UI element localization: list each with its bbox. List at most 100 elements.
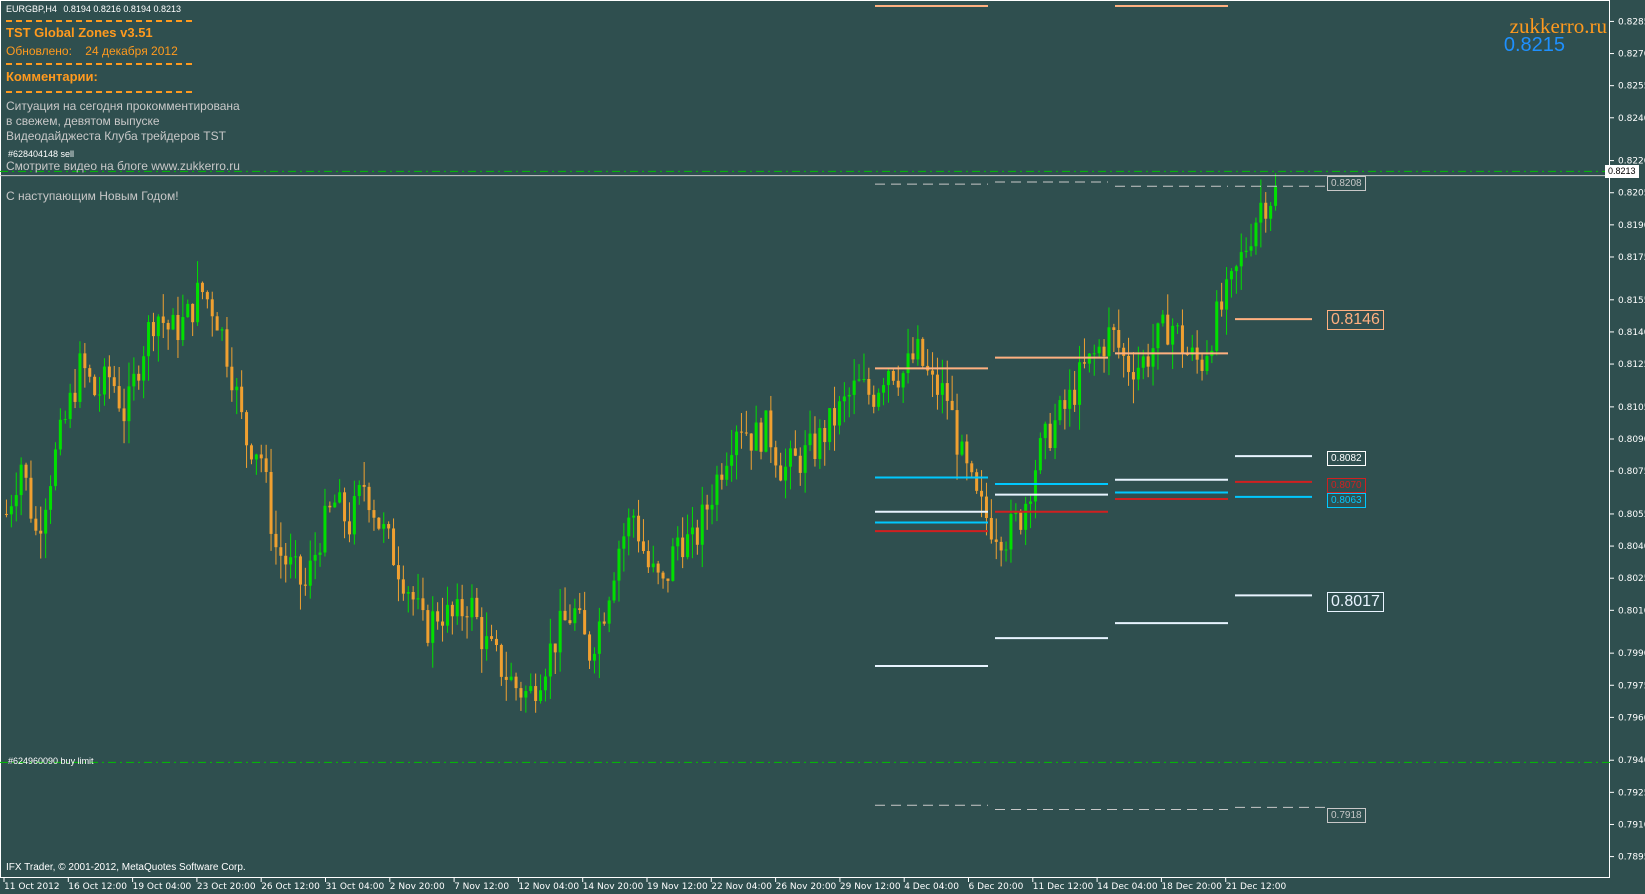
candle-bear-body — [534, 686, 538, 701]
candle-bear-body — [259, 454, 263, 459]
price-axis-label: 0.8240 — [1618, 114, 1645, 124]
candle-bull-body — [382, 524, 386, 529]
candle-bear-body — [112, 377, 116, 387]
candle-bear-body — [421, 598, 425, 611]
candle-bull-body — [1269, 205, 1273, 219]
price-tag-8017: 0.8017 — [1327, 592, 1384, 612]
candle-bull-body — [754, 422, 758, 451]
candle-bull-body — [1092, 353, 1096, 355]
candle-bull-body — [235, 386, 239, 391]
candle-bear-body — [426, 610, 430, 643]
candle-bull-body — [220, 329, 224, 331]
candle-bear-body — [1166, 314, 1170, 345]
time-axis-label: 2 Nov 20:00 — [390, 882, 445, 892]
ohlc-values: 0.8194 0.8216 0.8194 0.8213 — [63, 4, 181, 14]
price-axis-label: 0.8125 — [1618, 360, 1645, 370]
candle-bull-body — [181, 317, 185, 341]
candle-bear-body — [161, 316, 165, 323]
candle-bull-body — [196, 282, 200, 323]
candle-bear-body — [88, 368, 92, 377]
candle-bear-body — [872, 394, 876, 407]
price-axis-label: 0.8175 — [1618, 253, 1645, 263]
candle-bull-body — [617, 548, 621, 581]
comment-line-2: в свежем, девятом выпуске — [6, 114, 160, 128]
time-axis-label: 7 Nov 12:00 — [454, 882, 509, 892]
candle-bear-body — [739, 431, 743, 433]
separator-top — [6, 20, 192, 22]
video-line: Смотрите видео на блоге www.zukkerro.ru — [6, 159, 240, 173]
candle-bull-body — [700, 504, 704, 545]
chart-header-symbol: EURGBP,H4 0.8194 0.8216 0.8194 0.8213 — [6, 4, 181, 14]
candle-bull-body — [1043, 423, 1047, 439]
candle-bear-body — [1180, 325, 1184, 354]
sell-order-label[interactable]: #628404148 sell — [8, 149, 74, 159]
candle-bear-body — [93, 376, 97, 396]
candle-bear-body — [965, 441, 969, 464]
candle-bull-body — [730, 455, 734, 466]
candle-bear-body — [563, 610, 567, 621]
candle-bear-body — [955, 410, 959, 455]
price-axis-label: 0.8090 — [1618, 435, 1645, 445]
price-axis-label: 0.8255 — [1618, 82, 1645, 92]
brand-price: 0.8215 — [1503, 34, 1565, 56]
candle-bull-body — [852, 380, 856, 395]
time-axis-label: 22 Nov 04:00 — [711, 882, 772, 892]
candle-bear-body — [935, 374, 939, 395]
price-axis-label: 0.8040 — [1618, 542, 1645, 552]
time-axis-label: 26 Nov 20:00 — [776, 882, 837, 892]
candle-bear-body — [225, 329, 229, 367]
candle-bear-body — [798, 455, 802, 473]
candle-bear-body — [24, 464, 28, 478]
candle-bull-body — [960, 441, 964, 455]
candle-bull-body — [803, 445, 807, 473]
candle-bull-body — [686, 534, 690, 558]
indicator-title: TST Global Zones v3.51 — [6, 25, 153, 40]
candle-bear-body — [215, 316, 219, 331]
candle-bull-body — [847, 394, 851, 397]
candle-bull-body — [622, 536, 626, 549]
candle-bear-body — [720, 474, 724, 480]
candle-bull-body — [548, 643, 552, 677]
candle-bull-body — [308, 560, 312, 586]
candle-bull-body — [78, 353, 82, 402]
candle-bear-body — [744, 432, 748, 434]
candle-bull-body — [1205, 356, 1209, 371]
candle-bear-body — [519, 688, 523, 698]
candle-bear-body — [588, 634, 592, 661]
candle-bull-body — [98, 394, 102, 396]
candle-bull-body — [431, 611, 435, 643]
price-axis-label: 0.7910 — [1618, 820, 1645, 830]
chart-area[interactable]: 0.82850.82700.82550.82400.82200.82050.81… — [0, 0, 1645, 894]
candle-bear-body — [210, 299, 214, 317]
candle-bear-body — [107, 366, 111, 378]
candle-bull-body — [1249, 246, 1253, 251]
chart-canvas[interactable]: 0.82850.82700.82550.82400.82200.82050.81… — [0, 0, 1645, 894]
separator-middle — [6, 63, 192, 65]
updated-label: Обновлено: — [6, 44, 72, 58]
candle-bear-body — [436, 611, 440, 622]
candle-bear-body — [813, 433, 817, 459]
candle-bear-body — [984, 496, 988, 518]
current-price-tag: 0.8213 — [1605, 165, 1639, 178]
price-axis-label: 0.8285 — [1618, 17, 1645, 27]
candle-bear-body — [1264, 202, 1268, 219]
price-axis-label: 0.8140 — [1618, 328, 1645, 338]
time-axis-label: 21 Dec 12:00 — [1226, 882, 1287, 892]
candle-bear-body — [578, 608, 582, 611]
candle-bear-body — [392, 528, 396, 566]
candle-bear-body — [823, 428, 827, 443]
candle-bull-body — [14, 495, 18, 507]
candle-bull-body — [1161, 314, 1165, 324]
candle-bear-body — [646, 551, 650, 568]
candle-bull-body — [842, 396, 846, 402]
buy-limit-order-label[interactable]: #624960090 buy limit — [8, 756, 94, 766]
comments-label: Комментарии: — [6, 69, 98, 84]
candle-bear-body — [999, 541, 1003, 551]
candle-bull-body — [558, 610, 562, 653]
candle-bull-body — [1171, 325, 1175, 345]
candle-bull-body — [857, 379, 861, 381]
candle-bear-body — [911, 353, 915, 360]
candle-bull-body — [877, 392, 881, 407]
candle-bull-body — [837, 401, 841, 426]
candle-bull-body — [573, 608, 577, 624]
